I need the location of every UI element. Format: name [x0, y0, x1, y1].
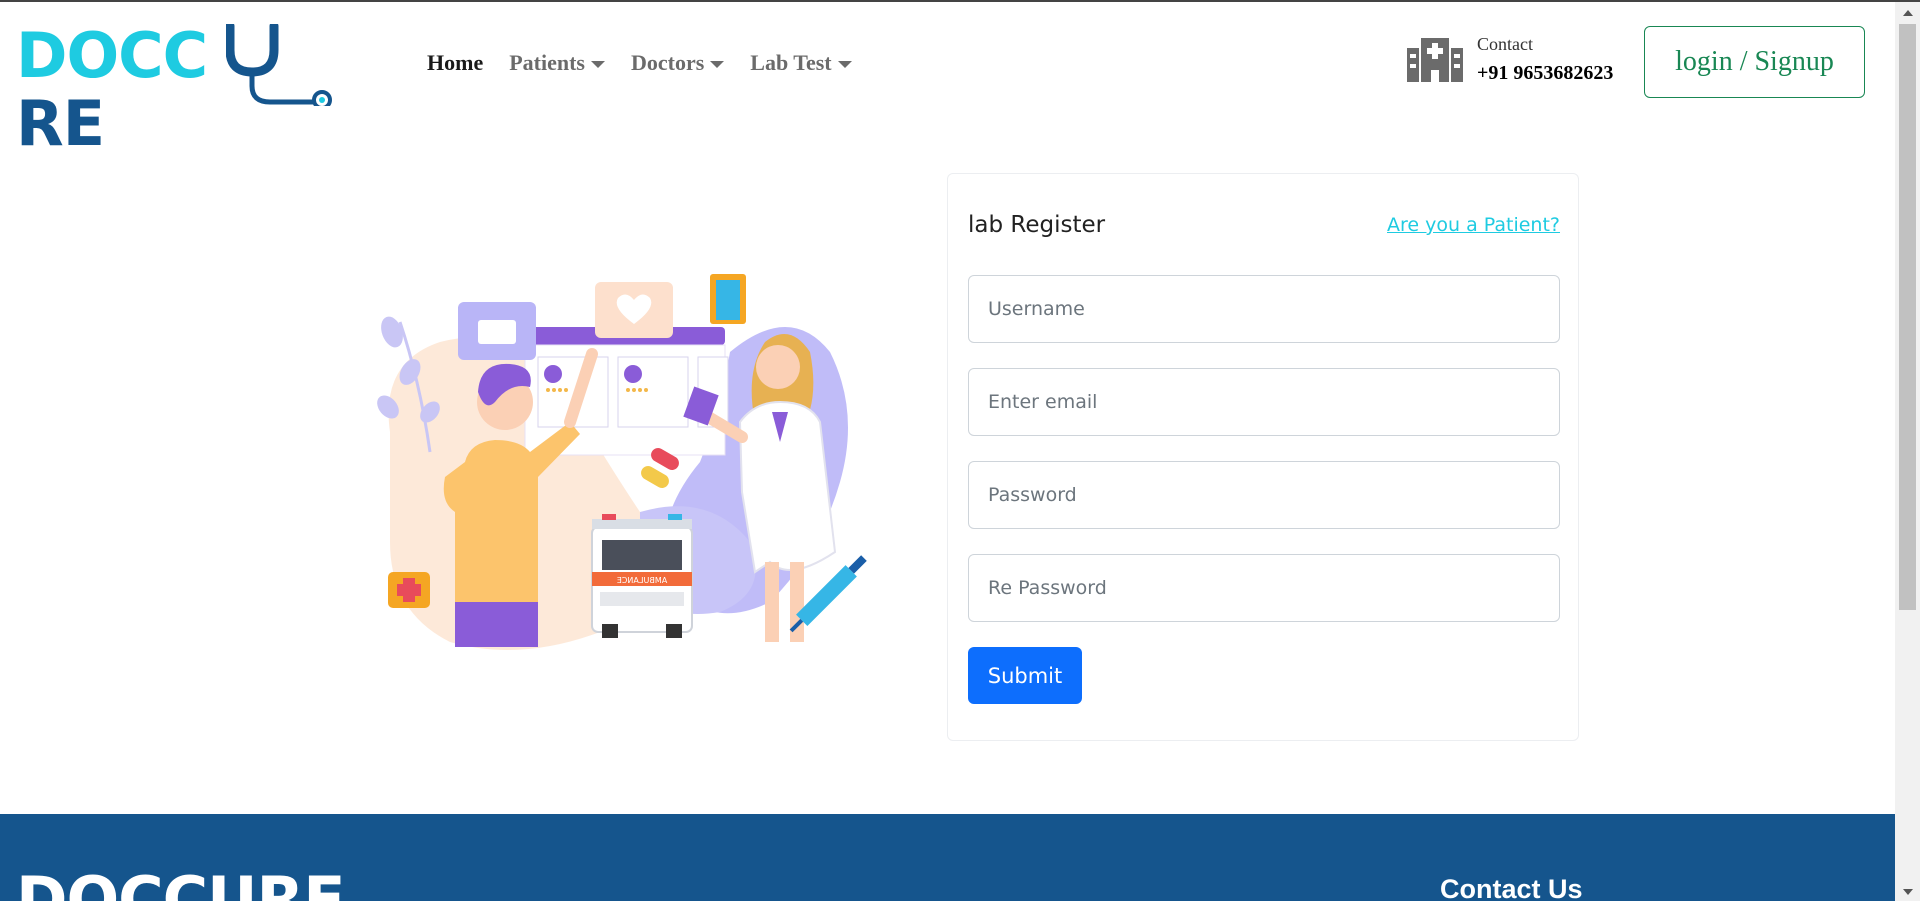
site-header: DOCCRE Home Patients Doctors Lab Test Co…	[0, 2, 1895, 158]
contact-label: Contact	[1477, 34, 1533, 54]
medical-illustration: AMBULANCE	[377, 274, 867, 650]
scroll-down-icon[interactable]	[1903, 889, 1913, 895]
caret-down-icon	[590, 60, 605, 68]
logo-part-cyan: DOCC	[16, 19, 208, 92]
footer-logo[interactable]: DOCCURE	[16, 866, 346, 901]
scroll-up-icon[interactable]	[1903, 10, 1913, 16]
username-field[interactable]	[968, 275, 1560, 343]
nav-doctors[interactable]: Doctors	[630, 50, 725, 76]
nav-home[interactable]: Home	[427, 50, 483, 76]
repassword-field[interactable]	[968, 554, 1560, 622]
nav-lab-test[interactable]: Lab Test	[750, 50, 852, 76]
nav-lab-test-label: Lab Test	[750, 50, 832, 75]
email-field[interactable]	[968, 368, 1560, 436]
doccure-logo[interactable]: DOCCRE	[16, 19, 332, 158]
ambulance-text: AMBULANCE	[617, 576, 667, 585]
nav-patients[interactable]: Patients	[509, 50, 605, 76]
nav-home-label: Home	[427, 50, 484, 75]
register-title: lab Register	[968, 212, 1106, 238]
logo-part-blue: RE	[16, 87, 105, 160]
footer-contact-heading: Contact Us	[1440, 874, 1583, 901]
nav-doctors-label: Doctors	[630, 50, 705, 75]
stethoscope-icon	[226, 24, 332, 106]
site-footer: DOCCURE Contact Us	[0, 814, 1895, 901]
register-card: lab Register Are you a Patient? Submit	[947, 173, 1579, 741]
submit-button[interactable]: Submit	[968, 647, 1082, 704]
nav-patients-label: Patients	[509, 50, 585, 75]
caret-down-icon	[710, 60, 725, 68]
page-scrollbar[interactable]	[1895, 2, 1920, 901]
caret-down-icon	[837, 60, 852, 68]
login-signup-button[interactable]: login / Signup	[1644, 26, 1865, 98]
contact-phone[interactable]: +91 9653682623	[1477, 62, 1613, 85]
password-field[interactable]	[968, 461, 1560, 529]
hospital-icon	[1407, 38, 1463, 82]
main-nav: Home Patients Doctors Lab Test	[427, 50, 852, 76]
scroll-thumb[interactable]	[1899, 24, 1916, 610]
patient-link[interactable]: Are you a Patient?	[1387, 214, 1560, 236]
